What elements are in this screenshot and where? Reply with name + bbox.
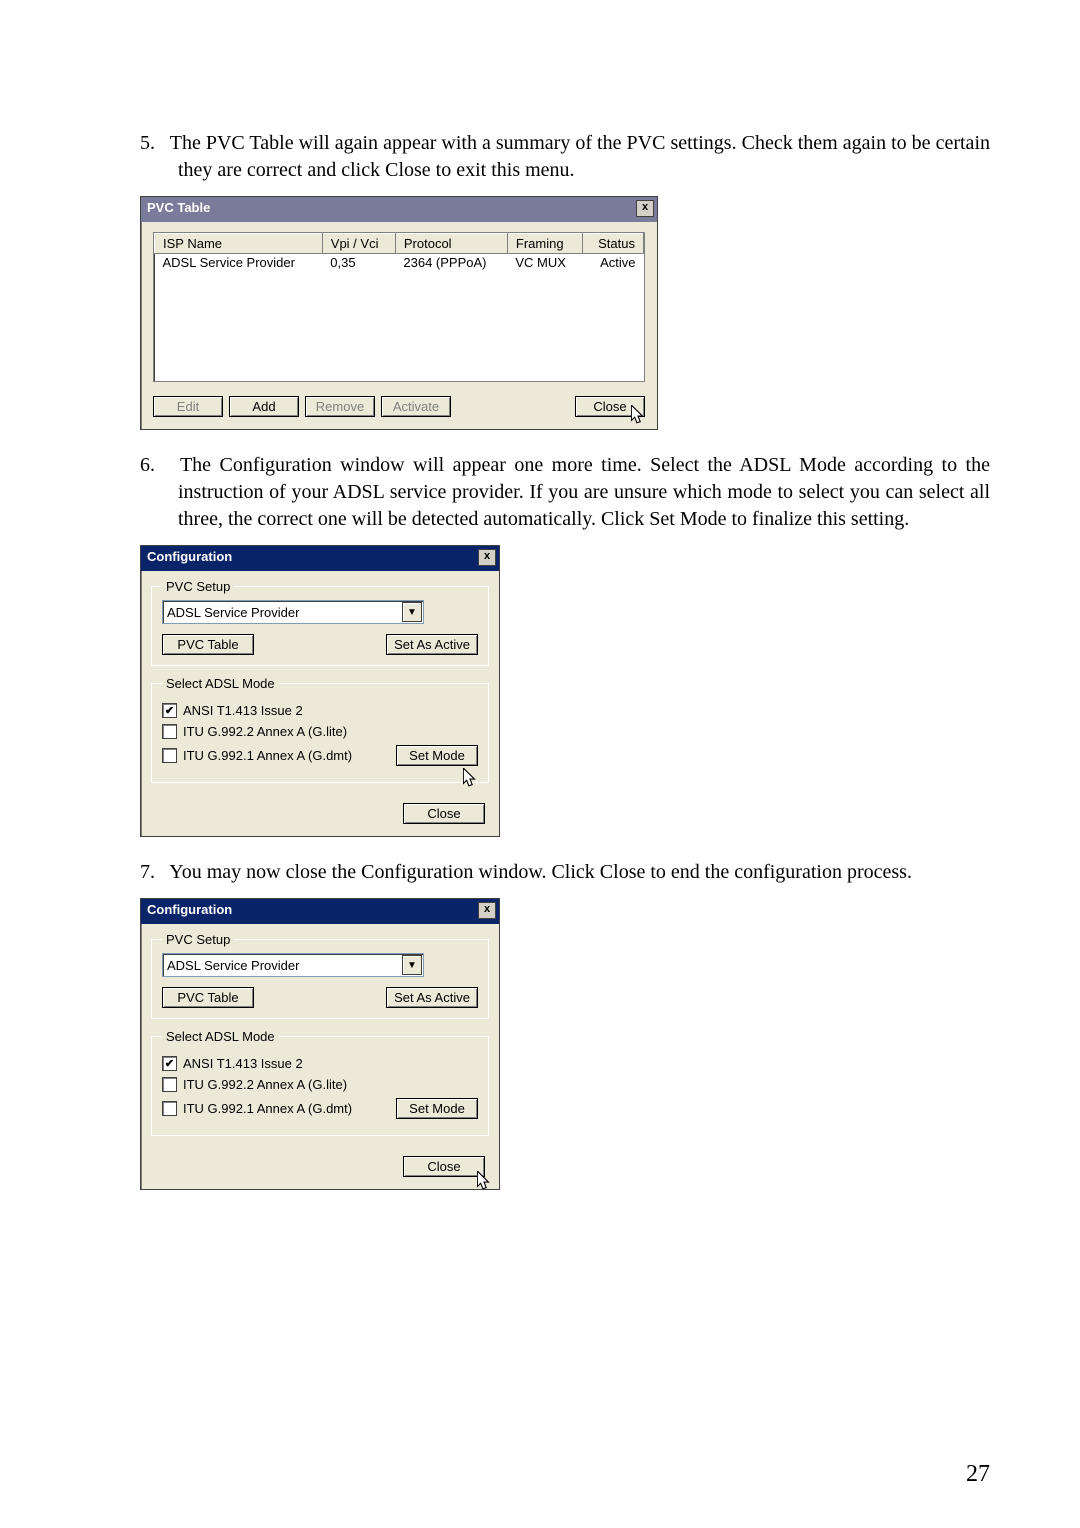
set-mode-button[interactable]: Set Mode	[396, 745, 478, 766]
col-vpi[interactable]: Vpi / Vci	[322, 234, 395, 254]
col-framing[interactable]: Framing	[507, 234, 582, 254]
checkbox-box[interactable]: ✔	[162, 703, 177, 718]
checkbox-box[interactable]	[162, 724, 177, 739]
remove-button: Remove	[305, 396, 375, 417]
cell-framing: VC MUX	[507, 254, 582, 272]
adsl-mode-group: Select ADSL Mode ✔ ANSI T1.413 Issue 2 I…	[151, 676, 489, 783]
checkbox-label: ITU G.992.1 Annex A (G.dmt)	[183, 1101, 352, 1116]
checkbox-ansi[interactable]: ✔ ANSI T1.413 Issue 2	[162, 1056, 478, 1071]
checkbox-label: ANSI T1.413 Issue 2	[183, 1056, 303, 1071]
chevron-down-icon[interactable]: ▼	[402, 955, 422, 975]
table-header-row: ISP Name Vpi / Vci Protocol Framing Stat…	[155, 234, 644, 254]
cell-isp: ADSL Service Provider	[155, 254, 323, 272]
checkbox-box[interactable]	[162, 748, 177, 763]
set-as-active-button[interactable]: Set As Active	[386, 987, 478, 1008]
pvc-setup-legend: PVC Setup	[162, 579, 234, 594]
close-icon[interactable]: x	[478, 902, 496, 919]
step7-paragraph: 7. You may now close the Configuration w…	[140, 859, 990, 886]
checkbox-glite[interactable]: ITU G.992.2 Annex A (G.lite)	[162, 1077, 478, 1092]
checkbox-box[interactable]	[162, 1101, 177, 1116]
configuration-title: Configuration	[147, 902, 232, 917]
close-button[interactable]: Close	[403, 1156, 485, 1177]
close-icon[interactable]: x	[636, 200, 654, 217]
cell-status: Active	[583, 254, 644, 272]
step5-text: The PVC Table will again appear with a s…	[170, 132, 990, 181]
combobox-value: ADSL Service Provider	[163, 605, 401, 620]
configuration-titlebar-2: Configuration x	[141, 899, 499, 924]
step6-text: The Configuration window will appear one…	[178, 454, 990, 530]
checkbox-label: ANSI T1.413 Issue 2	[183, 703, 303, 718]
col-protocol[interactable]: Protocol	[395, 234, 507, 254]
checkbox-glite[interactable]: ITU G.992.2 Annex A (G.lite)	[162, 724, 478, 739]
edit-button: Edit	[153, 396, 223, 417]
set-as-active-button[interactable]: Set As Active	[386, 634, 478, 655]
pvc-setup-legend: PVC Setup	[162, 932, 234, 947]
col-isp[interactable]: ISP Name	[155, 234, 323, 254]
step6-paragraph: 6. The Configuration window will appear …	[140, 452, 990, 533]
checkbox-label: ITU G.992.2 Annex A (G.lite)	[183, 724, 347, 739]
step5-num: 5.	[140, 132, 155, 154]
checkbox-label: ITU G.992.1 Annex A (G.dmt)	[183, 748, 352, 763]
add-button[interactable]: Add	[229, 396, 299, 417]
pvc-table-listview[interactable]: ISP Name Vpi / Vci Protocol Framing Stat…	[153, 232, 645, 382]
close-button[interactable]: Close	[403, 803, 485, 824]
table-row[interactable]: ADSL Service Provider 0,35 2364 (PPPoA) …	[155, 254, 644, 272]
configuration-titlebar-1: Configuration x	[141, 546, 499, 571]
adsl-mode-legend: Select ADSL Mode	[162, 1029, 279, 1044]
pvc-table-button[interactable]: PVC Table	[162, 987, 254, 1008]
close-icon[interactable]: x	[478, 549, 496, 566]
pvc-table-titlebar: PVC Table x	[141, 197, 657, 222]
step6-num: 6.	[140, 454, 155, 476]
checkbox-box[interactable]	[162, 1077, 177, 1092]
chevron-down-icon[interactable]: ▼	[402, 602, 422, 622]
step7-text: You may now close the Configuration wind…	[169, 861, 912, 883]
cell-vpi: 0,35	[322, 254, 395, 272]
configuration-window-1: Configuration x PVC Setup ADSL Service P…	[140, 545, 500, 837]
checkbox-gdmt-row: ITU G.992.1 Annex A (G.dmt) Set Mode	[162, 745, 478, 766]
checkbox-ansi[interactable]: ✔ ANSI T1.413 Issue 2	[162, 703, 478, 718]
pvc-table-title: PVC Table	[147, 200, 210, 215]
adsl-mode-group: Select ADSL Mode ✔ ANSI T1.413 Issue 2 I…	[151, 1029, 489, 1136]
pvc-table-button[interactable]: PVC Table	[162, 634, 254, 655]
service-provider-combobox[interactable]: ADSL Service Provider ▼	[162, 953, 424, 977]
step7-num: 7.	[140, 861, 155, 883]
checkbox-label: ITU G.992.2 Annex A (G.lite)	[183, 1077, 347, 1092]
checkbox-box[interactable]: ✔	[162, 1056, 177, 1071]
pvc-table-window: PVC Table x ISP Name Vpi / Vci Protocol …	[140, 196, 658, 430]
step5-paragraph: 5. The PVC Table will again appear with …	[140, 130, 990, 184]
set-mode-button[interactable]: Set Mode	[396, 1098, 478, 1119]
combobox-value: ADSL Service Provider	[163, 958, 401, 973]
checkbox-gdmt-row: ITU G.992.1 Annex A (G.dmt) Set Mode	[162, 1098, 478, 1119]
configuration-title: Configuration	[147, 549, 232, 564]
pvc-setup-group: PVC Setup ADSL Service Provider ▼ PVC Ta…	[151, 579, 489, 666]
page-number: 27	[966, 1461, 990, 1488]
activate-button: Activate	[381, 396, 451, 417]
configuration-window-2: Configuration x PVC Setup ADSL Service P…	[140, 898, 500, 1190]
col-status[interactable]: Status	[583, 234, 644, 254]
close-button[interactable]: Close	[575, 396, 645, 417]
service-provider-combobox[interactable]: ADSL Service Provider ▼	[162, 600, 424, 624]
pvc-setup-group: PVC Setup ADSL Service Provider ▼ PVC Ta…	[151, 932, 489, 1019]
adsl-mode-legend: Select ADSL Mode	[162, 676, 279, 691]
cell-protocol: 2364 (PPPoA)	[395, 254, 507, 272]
